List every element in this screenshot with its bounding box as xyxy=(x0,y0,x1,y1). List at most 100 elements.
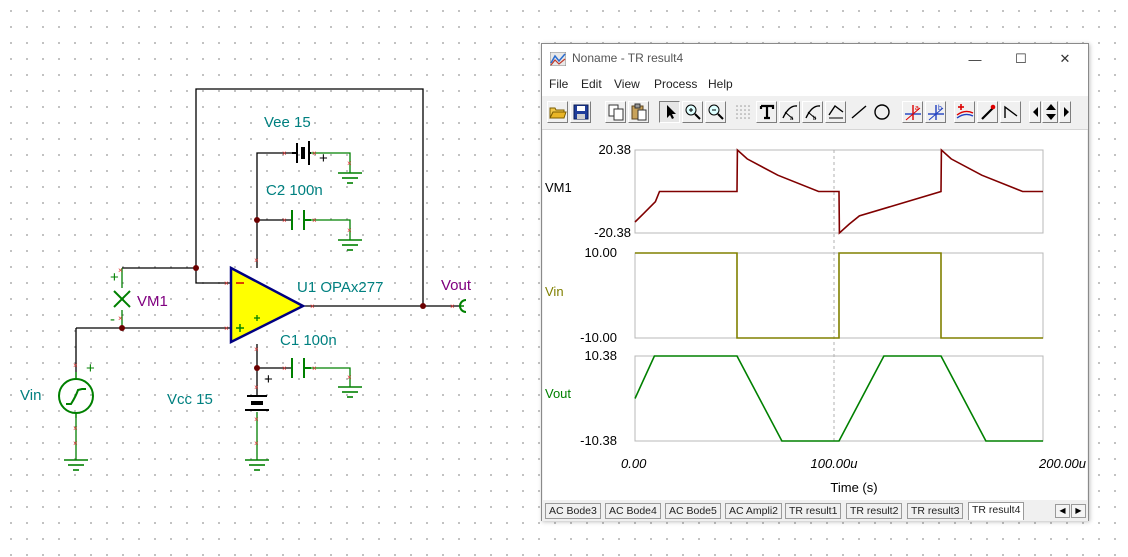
menu-help[interactable]: Help xyxy=(708,77,733,91)
capacitor-c2 xyxy=(291,210,311,230)
vee-label: Vee 15 xyxy=(264,114,311,131)
tab-ac-ampli2[interactable]: AC Ampli2 xyxy=(725,503,783,519)
capacitor-c1 xyxy=(291,358,311,378)
svg-text:b: b xyxy=(813,116,817,121)
svg-text:×: × xyxy=(254,256,259,265)
pointer-button[interactable] xyxy=(659,101,680,123)
svg-text:×: × xyxy=(347,226,352,235)
tab-scroll-right-button[interactable]: ▶ xyxy=(1071,504,1086,518)
opamp-label: U1 OPAx277 xyxy=(297,279,383,296)
tab-tr-result1[interactable]: TR result1 xyxy=(785,503,842,519)
svg-text:×: × xyxy=(254,415,259,424)
svg-text:×: × xyxy=(347,159,352,168)
circuit-schematic[interactable]: + + + - + × × × × × × ×× ×× × × ×× ×× ××… xyxy=(0,0,540,557)
tab-tr-result4[interactable]: TR result4 xyxy=(968,502,1025,520)
vout-terminal xyxy=(459,299,467,313)
svg-text:×: × xyxy=(224,279,229,288)
corner-button[interactable] xyxy=(1000,101,1021,123)
tr-result-window[interactable]: Noname - TR result4 — ☐ ✕ File Edit View… xyxy=(541,43,1089,521)
window-title: Noname - TR result4 xyxy=(572,51,684,65)
menu-view[interactable]: View xyxy=(614,77,640,91)
svg-text:×: × xyxy=(118,314,123,323)
minimize-button[interactable]: — xyxy=(952,44,998,74)
wires xyxy=(75,88,460,395)
svg-text:×: × xyxy=(73,361,78,370)
cursor-b-button[interactable]: b xyxy=(802,101,823,123)
cursor-b-marker-icon: b xyxy=(928,105,944,121)
vin-ytick-bottom: -10.00 xyxy=(580,330,617,345)
arrow-left-icon xyxy=(1033,107,1038,117)
paste-icon xyxy=(631,103,647,121)
vcc-plus-sign: + xyxy=(264,371,273,388)
cursor-a-icon: a xyxy=(782,105,798,121)
vm1-series-label: VM1 xyxy=(545,180,572,195)
battery-vee xyxy=(292,141,311,165)
svg-text:×: × xyxy=(312,216,317,225)
vout-label: Vout xyxy=(441,277,472,294)
app-icon xyxy=(550,52,566,66)
paste-button[interactable] xyxy=(628,101,649,123)
svg-text:b: b xyxy=(938,105,942,112)
circle-tool-button[interactable] xyxy=(871,101,892,123)
x-tick-0: 0.00 xyxy=(621,456,647,471)
close-button[interactable]: ✕ xyxy=(1042,44,1088,74)
panel-frame-vout xyxy=(634,355,1044,442)
open-button[interactable] xyxy=(547,101,568,123)
grid-button[interactable] xyxy=(732,101,753,123)
tab-ac-bode3[interactable]: AC Bode3 xyxy=(545,503,601,519)
toolbar: a b a b xyxy=(542,97,1088,130)
copy-icon xyxy=(608,104,624,121)
arrow-updown-icon xyxy=(1046,104,1056,120)
svg-text:×: × xyxy=(224,324,229,333)
open-folder-icon xyxy=(549,107,567,119)
text-tool-button[interactable] xyxy=(756,101,777,123)
x-tick-100u: 100.00u xyxy=(811,456,858,471)
tab-tr-result2[interactable]: TR result2 xyxy=(846,503,903,519)
menu-edit[interactable]: Edit xyxy=(581,77,602,91)
zoom-in-button[interactable] xyxy=(682,101,703,123)
transient-chart[interactable]: 20.38 -20.38 VM1 10.00 -10.00 Vin 10.38 … xyxy=(543,130,1087,500)
battery-vcc xyxy=(245,395,269,411)
scroll-left-button[interactable] xyxy=(1029,101,1041,123)
line-tool-button[interactable] xyxy=(848,101,869,123)
add-curve-button[interactable] xyxy=(954,101,975,123)
scroll-right-button[interactable] xyxy=(1059,101,1071,123)
voltage-meter-vm1 xyxy=(113,290,131,308)
svg-text:×: × xyxy=(310,302,315,311)
x-axis-label: Time (s) xyxy=(830,480,877,495)
scroll-updown-button[interactable] xyxy=(1042,101,1058,123)
svg-text:×: × xyxy=(254,439,259,448)
tab-scroll-left-button[interactable]: ◀ xyxy=(1055,504,1070,518)
menu-file[interactable]: File xyxy=(549,77,568,91)
pen-button[interactable] xyxy=(977,101,998,123)
tab-tr-result3[interactable]: TR result3 xyxy=(907,503,964,519)
result-tabs: AC Bode3 AC Bode4 AC Bode5 AC Ampli2 TR … xyxy=(542,501,1088,521)
vout-ytick-top: 10.38 xyxy=(584,348,617,363)
svg-text:×: × xyxy=(450,302,455,311)
source-vin xyxy=(58,372,94,418)
save-button[interactable] xyxy=(570,101,591,123)
vout-ytick-bottom: -10.38 xyxy=(580,433,617,448)
copy-button[interactable] xyxy=(605,101,626,123)
plot-area[interactable]: 20.38 -20.38 VM1 10.00 -10.00 Vin 10.38 … xyxy=(543,130,1087,500)
title-bar[interactable]: Noname - TR result4 — ☐ ✕ xyxy=(542,44,1088,74)
cursor-a-button[interactable]: a xyxy=(779,101,800,123)
curve-icon xyxy=(828,104,844,119)
vm1-minus-sign: - xyxy=(110,311,115,328)
svg-text:×: × xyxy=(282,149,287,158)
vin-ytick-top: 10.00 xyxy=(584,245,617,260)
series-line-vm1 xyxy=(634,148,1043,235)
svg-text:a: a xyxy=(790,116,794,121)
vm1-ytick-top: 20.38 xyxy=(598,142,631,157)
zoom-out-button[interactable] xyxy=(705,101,726,123)
svg-text:×: × xyxy=(254,383,259,392)
menu-process[interactable]: Process xyxy=(654,77,697,91)
cursor-b-marker-button[interactable]: b xyxy=(925,101,946,123)
tab-ac-bode4[interactable]: AC Bode4 xyxy=(605,503,661,519)
cursor-a-marker-button[interactable]: a xyxy=(902,101,923,123)
vin-series-label: Vin xyxy=(545,284,564,299)
pointer-icon xyxy=(667,105,676,119)
tab-ac-bode5[interactable]: AC Bode5 xyxy=(665,503,721,519)
maximize-button[interactable]: ☐ xyxy=(998,44,1044,74)
curve-button[interactable] xyxy=(825,101,846,123)
